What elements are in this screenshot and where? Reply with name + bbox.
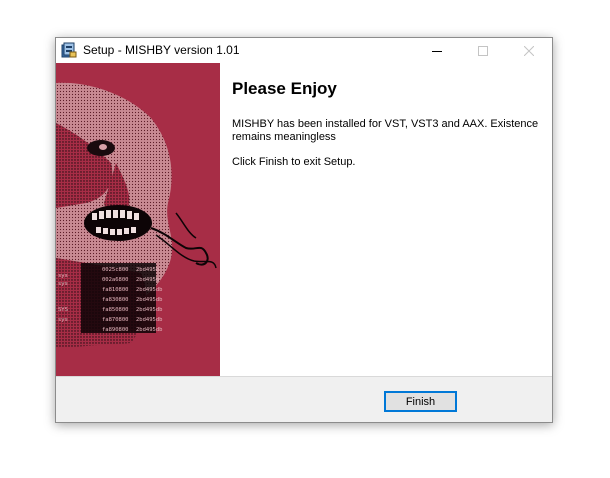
close-icon [524, 45, 534, 56]
hex-value: 2bd495db [136, 317, 163, 323]
hex-label: SYS [58, 307, 68, 313]
install-message: MISHBY has been installed for VST, VST3 … [232, 118, 539, 143]
wizard-content: sys 0025c800 2bd495b sys 002a6800 2bd495… [56, 63, 552, 376]
hex-value: fa890800 [102, 327, 129, 333]
hex-value: fa810800 [102, 287, 129, 293]
hex-value: 2bd495db [136, 327, 163, 333]
hex-value: fa870800 [102, 317, 129, 323]
finish-button[interactable]: Finish [384, 391, 457, 412]
window-title: Setup - MISHBY version 1.01 [83, 43, 240, 57]
close-button[interactable] [506, 38, 552, 63]
hex-value: 2bd495b [136, 277, 159, 283]
maximize-icon [478, 45, 488, 56]
hex-label: sys [58, 273, 68, 279]
hex-value: 2bd495db [136, 287, 163, 293]
artwork-face-illustration: sys 0025c800 2bd495b sys 002a6800 2bd495… [56, 63, 220, 376]
setup-window: Setup - MISHBY version 1.01 sys 0025c800… [55, 37, 553, 423]
installer-icon [61, 42, 77, 58]
maximize-button[interactable] [460, 38, 506, 63]
hex-value: 2bd495db [136, 307, 163, 313]
hex-value: 2bd495b [136, 267, 159, 273]
button-bar: Finish [56, 376, 552, 422]
page-title: Please Enjoy [232, 79, 337, 98]
hex-label: sys [58, 281, 68, 287]
hex-value: 2bd495db [136, 297, 163, 303]
hex-label: sys [58, 317, 68, 323]
side-artwork: sys 0025c800 2bd495b sys 002a6800 2bd495… [56, 63, 220, 376]
minimize-button[interactable] [414, 38, 460, 63]
title-bar[interactable]: Setup - MISHBY version 1.01 [56, 38, 552, 63]
hex-value: fa830800 [102, 297, 129, 303]
finish-instruction: Click Finish to exit Setup. [232, 156, 356, 168]
hex-value: fa850800 [102, 307, 129, 313]
hex-value: 0025c800 [102, 267, 129, 273]
minimize-icon [432, 50, 442, 52]
hex-value: 002a6800 [102, 277, 129, 283]
